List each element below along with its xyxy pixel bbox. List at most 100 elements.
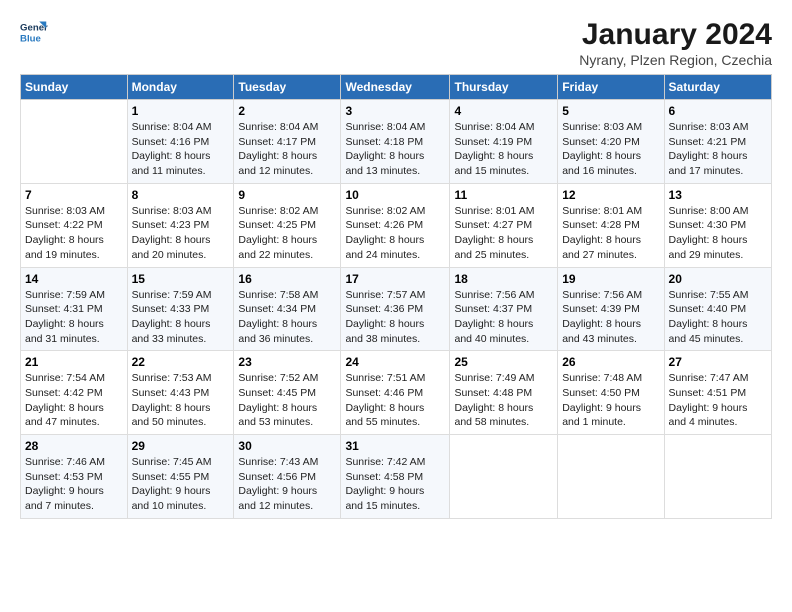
day-number: 22 xyxy=(132,355,230,369)
logo: General Blue xyxy=(20,18,48,46)
day-number: 4 xyxy=(454,104,553,118)
calendar-cell: 25 Sunrise: 7:49 AMSunset: 4:48 PMDayligh… xyxy=(450,351,558,435)
calendar-cell: 11 Sunrise: 8:01 AMSunset: 4:27 PMDayligh… xyxy=(450,183,558,267)
title-block: January 2024 Nyrany, Plzen Region, Czech… xyxy=(579,18,772,68)
day-number: 30 xyxy=(238,439,336,453)
day-info: Sunrise: 7:56 AMSunset: 4:39 PMDaylight:… xyxy=(562,288,659,347)
day-number: 2 xyxy=(238,104,336,118)
day-number: 12 xyxy=(562,188,659,202)
calendar-cell xyxy=(664,435,771,519)
day-number: 23 xyxy=(238,355,336,369)
day-number: 29 xyxy=(132,439,230,453)
day-number: 10 xyxy=(345,188,445,202)
day-number: 8 xyxy=(132,188,230,202)
day-number: 21 xyxy=(25,355,123,369)
day-number: 13 xyxy=(669,188,767,202)
day-number: 14 xyxy=(25,272,123,286)
day-number: 5 xyxy=(562,104,659,118)
page-title: January 2024 xyxy=(579,18,772,52)
calendar-cell: 10 Sunrise: 8:02 AMSunset: 4:26 PMDayligh… xyxy=(341,183,450,267)
calendar-cell: 18 Sunrise: 7:56 AMSunset: 4:37 PMDayligh… xyxy=(450,267,558,351)
day-number: 25 xyxy=(454,355,553,369)
day-number: 18 xyxy=(454,272,553,286)
day-info: Sunrise: 7:47 AMSunset: 4:51 PMDaylight:… xyxy=(669,371,767,430)
calendar-cell: 2 Sunrise: 8:04 AMSunset: 4:17 PMDaylight… xyxy=(234,100,341,184)
day-info: Sunrise: 8:01 AMSunset: 4:27 PMDaylight:… xyxy=(454,204,553,263)
day-number: 28 xyxy=(25,439,123,453)
week-row-3: 14 Sunrise: 7:59 AMSunset: 4:31 PMDayligh… xyxy=(21,267,772,351)
calendar-cell: 15 Sunrise: 7:59 AMSunset: 4:33 PMDayligh… xyxy=(127,267,234,351)
day-info: Sunrise: 7:54 AMSunset: 4:42 PMDaylight:… xyxy=(25,371,123,430)
calendar-cell: 8 Sunrise: 8:03 AMSunset: 4:23 PMDaylight… xyxy=(127,183,234,267)
day-info: Sunrise: 7:55 AMSunset: 4:40 PMDaylight:… xyxy=(669,288,767,347)
day-number: 24 xyxy=(345,355,445,369)
day-info: Sunrise: 7:43 AMSunset: 4:56 PMDaylight:… xyxy=(238,455,336,514)
calendar-cell: 26 Sunrise: 7:48 AMSunset: 4:50 PMDayligh… xyxy=(558,351,664,435)
day-number: 15 xyxy=(132,272,230,286)
day-number: 27 xyxy=(669,355,767,369)
day-info: Sunrise: 7:42 AMSunset: 4:58 PMDaylight:… xyxy=(345,455,445,514)
calendar-cell: 20 Sunrise: 7:55 AMSunset: 4:40 PMDayligh… xyxy=(664,267,771,351)
header-saturday: Saturday xyxy=(664,75,771,100)
page-subtitle: Nyrany, Plzen Region, Czechia xyxy=(579,52,772,68)
calendar-cell: 6 Sunrise: 8:03 AMSunset: 4:21 PMDaylight… xyxy=(664,100,771,184)
day-number: 6 xyxy=(669,104,767,118)
calendar-cell: 24Sunrise: 7:51 AMSunset: 4:46 PMDayligh… xyxy=(341,351,450,435)
day-number: 17 xyxy=(345,272,445,286)
header-monday: Monday xyxy=(127,75,234,100)
calendar-cell: 21 Sunrise: 7:54 AMSunset: 4:42 PMDayligh… xyxy=(21,351,128,435)
calendar-cell: 14 Sunrise: 7:59 AMSunset: 4:31 PMDayligh… xyxy=(21,267,128,351)
calendar-cell: 22 Sunrise: 7:53 AMSunset: 4:43 PMDayligh… xyxy=(127,351,234,435)
day-info: Sunrise: 7:57 AMSunset: 4:36 PMDaylight:… xyxy=(345,288,445,347)
calendar-cell: 31 Sunrise: 7:42 AMSunset: 4:58 PMDayligh… xyxy=(341,435,450,519)
calendar-cell: 13Sunrise: 8:00 AMSunset: 4:30 PMDayligh… xyxy=(664,183,771,267)
day-info: Sunrise: 8:02 AMSunset: 4:25 PMDaylight:… xyxy=(238,204,336,263)
week-row-4: 21 Sunrise: 7:54 AMSunset: 4:42 PMDayligh… xyxy=(21,351,772,435)
calendar-cell xyxy=(21,100,128,184)
day-number: 9 xyxy=(238,188,336,202)
day-number: 11 xyxy=(454,188,553,202)
day-info: Sunrise: 8:04 AMSunset: 4:19 PMDaylight:… xyxy=(454,120,553,179)
calendar-cell: 28 Sunrise: 7:46 AMSunset: 4:53 PMDayligh… xyxy=(21,435,128,519)
day-info: Sunrise: 8:04 AMSunset: 4:18 PMDaylight:… xyxy=(345,120,445,179)
day-info: Sunrise: 8:04 AMSunset: 4:17 PMDaylight:… xyxy=(238,120,336,179)
calendar-cell: 7 Sunrise: 8:03 AMSunset: 4:22 PMDaylight… xyxy=(21,183,128,267)
day-info: Sunrise: 8:02 AMSunset: 4:26 PMDaylight:… xyxy=(345,204,445,263)
day-info: Sunrise: 8:03 AMSunset: 4:22 PMDaylight:… xyxy=(25,204,123,263)
day-info: Sunrise: 7:56 AMSunset: 4:37 PMDaylight:… xyxy=(454,288,553,347)
day-info: Sunrise: 8:03 AMSunset: 4:21 PMDaylight:… xyxy=(669,120,767,179)
header-sunday: Sunday xyxy=(21,75,128,100)
header-tuesday: Tuesday xyxy=(234,75,341,100)
week-row-2: 7 Sunrise: 8:03 AMSunset: 4:22 PMDaylight… xyxy=(21,183,772,267)
day-info: Sunrise: 7:59 AMSunset: 4:31 PMDaylight:… xyxy=(25,288,123,347)
day-info: Sunrise: 8:03 AMSunset: 4:20 PMDaylight:… xyxy=(562,120,659,179)
calendar-cell: 17 Sunrise: 7:57 AMSunset: 4:36 PMDayligh… xyxy=(341,267,450,351)
day-number: 31 xyxy=(345,439,445,453)
day-number: 3 xyxy=(345,104,445,118)
calendar-cell: 5 Sunrise: 8:03 AMSunset: 4:20 PMDaylight… xyxy=(558,100,664,184)
day-number: 26 xyxy=(562,355,659,369)
day-number: 20 xyxy=(669,272,767,286)
day-info: Sunrise: 7:53 AMSunset: 4:43 PMDaylight:… xyxy=(132,371,230,430)
day-info: Sunrise: 8:04 AMSunset: 4:16 PMDaylight:… xyxy=(132,120,230,179)
calendar-cell: 3 Sunrise: 8:04 AMSunset: 4:18 PMDaylight… xyxy=(341,100,450,184)
day-info: Sunrise: 8:01 AMSunset: 4:28 PMDaylight:… xyxy=(562,204,659,263)
calendar-table: SundayMondayTuesdayWednesdayThursdayFrid… xyxy=(20,74,772,519)
day-info: Sunrise: 7:59 AMSunset: 4:33 PMDaylight:… xyxy=(132,288,230,347)
day-info: Sunrise: 7:48 AMSunset: 4:50 PMDaylight:… xyxy=(562,371,659,430)
day-number: 1 xyxy=(132,104,230,118)
day-info: Sunrise: 7:46 AMSunset: 4:53 PMDaylight:… xyxy=(25,455,123,514)
day-number: 19 xyxy=(562,272,659,286)
week-row-1: 1 Sunrise: 8:04 AMSunset: 4:16 PMDaylight… xyxy=(21,100,772,184)
week-row-5: 28 Sunrise: 7:46 AMSunset: 4:53 PMDayligh… xyxy=(21,435,772,519)
calendar-cell: 16Sunrise: 7:58 AMSunset: 4:34 PMDayligh… xyxy=(234,267,341,351)
calendar-cell: 23Sunrise: 7:52 AMSunset: 4:45 PMDayligh… xyxy=(234,351,341,435)
header-wednesday: Wednesday xyxy=(341,75,450,100)
day-number: 7 xyxy=(25,188,123,202)
calendar-cell xyxy=(450,435,558,519)
header-friday: Friday xyxy=(558,75,664,100)
day-info: Sunrise: 7:49 AMSunset: 4:48 PMDaylight:… xyxy=(454,371,553,430)
day-info: Sunrise: 8:03 AMSunset: 4:23 PMDaylight:… xyxy=(132,204,230,263)
header-thursday: Thursday xyxy=(450,75,558,100)
calendar-cell xyxy=(558,435,664,519)
